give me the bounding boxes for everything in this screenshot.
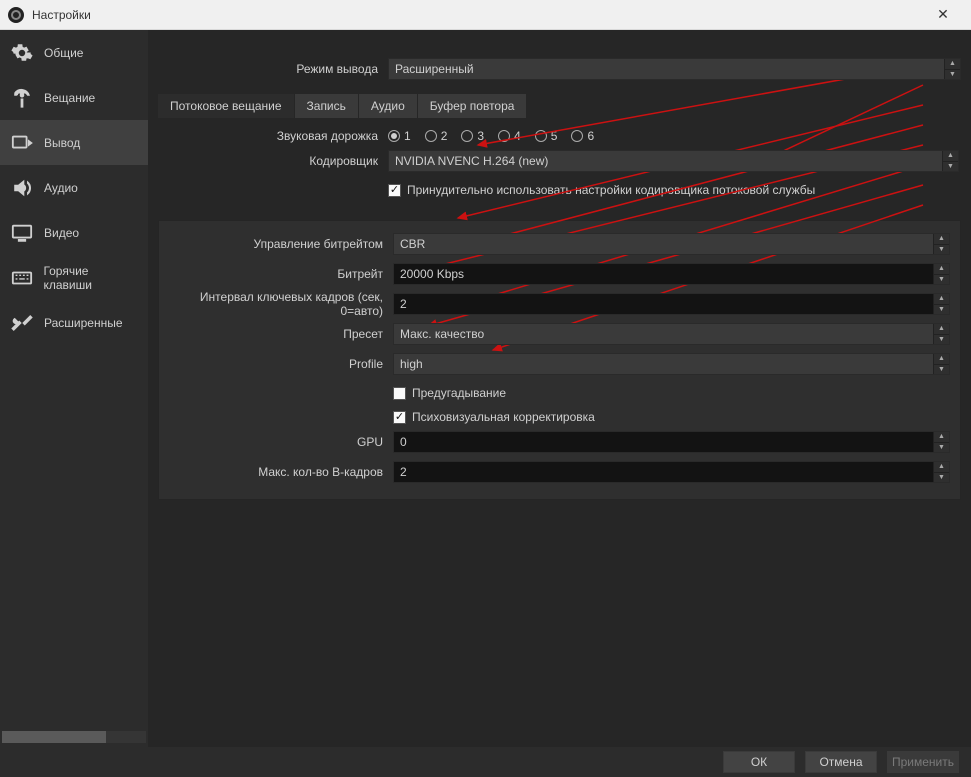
enforce-label: Принудительно использовать настройки код… bbox=[407, 183, 815, 197]
dropdown-spinner[interactable]: ▲▼ bbox=[942, 151, 958, 171]
profile-dropdown[interactable]: high▲▼ bbox=[393, 353, 950, 375]
antenna-icon bbox=[10, 86, 34, 110]
tab-streaming[interactable]: Потоковое вещание bbox=[158, 94, 295, 118]
sidebar-item-label: Расширенные bbox=[44, 316, 123, 330]
sidebar-item-hotkeys[interactable]: Горячие клавиши bbox=[0, 255, 148, 300]
main-panel: Режим вывода Расширенный ▲▼ Потоковое ве… bbox=[148, 30, 971, 747]
tab-replay-buffer[interactable]: Буфер повтора bbox=[418, 94, 528, 118]
sidebar-item-label: Общие bbox=[44, 46, 83, 60]
sidebar: Общие Вещание Вывод Аудио Видео Горячие … bbox=[0, 30, 148, 747]
sidebar-item-label: Горячие клавиши bbox=[43, 264, 138, 292]
gear-icon bbox=[10, 41, 34, 65]
output-mode-label: Режим вывода bbox=[158, 62, 388, 76]
audio-track-3[interactable]: 3 bbox=[461, 129, 484, 143]
output-icon bbox=[10, 131, 34, 155]
profile-label: Profile bbox=[163, 357, 393, 371]
tools-icon bbox=[10, 311, 34, 335]
gpu-label: GPU bbox=[163, 435, 393, 449]
output-tabs: Потоковое вещание Запись Аудио Буфер пов… bbox=[158, 94, 961, 118]
encoder-label: Кодировщик bbox=[158, 154, 388, 168]
dropdown-spinner[interactable]: ▲▼ bbox=[944, 59, 960, 79]
rate-control-label: Управление битрейтом bbox=[163, 237, 393, 251]
audio-track-2[interactable]: 2 bbox=[425, 129, 448, 143]
tab-audio[interactable]: Аудио bbox=[359, 94, 418, 118]
sidebar-item-output[interactable]: Вывод bbox=[0, 120, 148, 165]
sidebar-item-audio[interactable]: Аудио bbox=[0, 165, 148, 210]
app-icon bbox=[8, 7, 24, 23]
keyboard-icon bbox=[10, 266, 33, 290]
psycho-checkbox[interactable] bbox=[393, 411, 406, 424]
bframes-input[interactable]: 2▲▼ bbox=[393, 461, 950, 483]
sidebar-item-general[interactable]: Общие bbox=[0, 30, 148, 75]
lookahead-checkbox[interactable] bbox=[393, 387, 406, 400]
bitrate-input[interactable]: 20000 Kbps▲▼ bbox=[393, 263, 950, 285]
sidebar-scrollbar[interactable] bbox=[2, 731, 146, 743]
encoder-dropdown[interactable]: NVIDIA NVENC H.264 (new) ▲▼ bbox=[388, 150, 959, 172]
window-title: Настройки bbox=[32, 8, 91, 22]
sidebar-item-label: Аудио bbox=[44, 181, 78, 195]
psycho-label: Психовизуальная корректировка bbox=[412, 410, 595, 424]
sidebar-item-label: Вывод bbox=[44, 136, 80, 150]
lookahead-label: Предугадывание bbox=[412, 386, 506, 400]
sidebar-item-label: Вещание bbox=[44, 91, 95, 105]
preset-dropdown[interactable]: Макс. качество▲▼ bbox=[393, 323, 950, 345]
footer: ОК Отмена Применить bbox=[0, 747, 971, 777]
speaker-icon bbox=[10, 176, 34, 200]
keyint-label: Интервал ключевых кадров (сек, 0=авто) bbox=[163, 290, 393, 318]
enforce-checkbox[interactable] bbox=[388, 184, 401, 197]
output-mode-dropdown[interactable]: Расширенный ▲▼ bbox=[388, 58, 961, 80]
audio-track-group: 1 2 3 4 5 6 bbox=[388, 129, 594, 143]
output-mode-value: Расширенный bbox=[395, 62, 474, 76]
apply-button[interactable]: Применить bbox=[887, 751, 959, 773]
sidebar-item-video[interactable]: Видео bbox=[0, 210, 148, 255]
audio-track-5[interactable]: 5 bbox=[535, 129, 558, 143]
audio-track-label: Звуковая дорожка bbox=[158, 129, 388, 143]
gpu-input[interactable]: 0▲▼ bbox=[393, 431, 950, 453]
audio-track-4[interactable]: 4 bbox=[498, 129, 521, 143]
ok-button[interactable]: ОК bbox=[723, 751, 795, 773]
monitor-icon bbox=[10, 221, 34, 245]
sidebar-item-stream[interactable]: Вещание bbox=[0, 75, 148, 120]
titlebar: Настройки ✕ bbox=[0, 0, 971, 30]
rate-control-dropdown[interactable]: CBR▲▼ bbox=[393, 233, 950, 255]
close-button[interactable]: ✕ bbox=[923, 0, 963, 30]
preset-label: Пресет bbox=[163, 327, 393, 341]
bitrate-label: Битрейт bbox=[163, 267, 393, 281]
audio-track-1[interactable]: 1 bbox=[388, 129, 411, 143]
audio-track-6[interactable]: 6 bbox=[571, 129, 594, 143]
sidebar-item-label: Видео bbox=[44, 226, 79, 240]
encoder-settings-panel: Управление битрейтом CBR▲▼ Битрейт 20000… bbox=[158, 220, 961, 500]
tab-recording[interactable]: Запись bbox=[295, 94, 359, 118]
cancel-button[interactable]: Отмена bbox=[805, 751, 877, 773]
encoder-value: NVIDIA NVENC H.264 (new) bbox=[395, 154, 548, 168]
sidebar-item-advanced[interactable]: Расширенные bbox=[0, 300, 148, 345]
keyint-input[interactable]: 2▲▼ bbox=[393, 293, 950, 315]
bframes-label: Макс. кол-во B-кадров bbox=[163, 465, 393, 479]
